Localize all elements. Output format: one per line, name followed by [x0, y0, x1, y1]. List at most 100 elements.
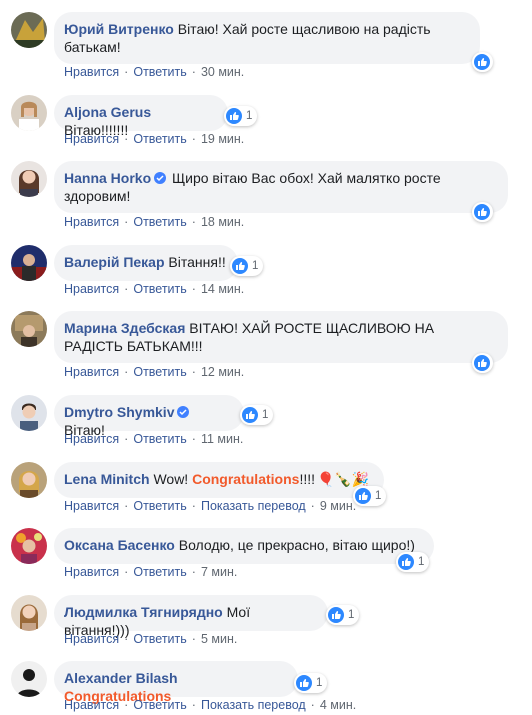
comment-author[interactable]: Hanna Horko: [64, 170, 151, 186]
comment-bubble: Юрий Витренко Вітаю! Хай росте щасливою …: [54, 12, 480, 64]
separator: ·: [191, 432, 196, 446]
separator: ·: [310, 499, 315, 513]
comment-author[interactable]: Aljona Gerus: [64, 104, 151, 120]
reply-link[interactable]: Ответить: [133, 432, 186, 446]
congratulations-text: Congratulations: [192, 471, 300, 487]
verified-badge-icon: [177, 406, 190, 418]
comment-author[interactable]: Валерій Пекар: [64, 254, 165, 270]
comment-bubble: Оксана Басенко Володю, це прекрасно, віт…: [54, 528, 434, 564]
comment-author[interactable]: Lena Minitch: [64, 471, 150, 487]
separator: ·: [191, 65, 196, 79]
reaction-badge[interactable]: [472, 353, 493, 373]
reaction-badge[interactable]: 1: [230, 256, 264, 276]
reply-link[interactable]: Ответить: [133, 65, 186, 79]
reaction-badge[interactable]: [472, 52, 493, 72]
comment-bubble: Людмилка Тягнирядно Мої вітання!))): [54, 595, 328, 638]
like-icon: [296, 675, 312, 691]
comment-bubble: Alexander Bilash Congratulations: [54, 661, 298, 704]
comment-author[interactable]: Марина Здебская: [64, 320, 185, 336]
separator: ·: [124, 499, 129, 513]
reaction-badge[interactable]: 1: [396, 552, 430, 572]
reply-link[interactable]: Ответить: [133, 132, 186, 146]
like-link[interactable]: Нравится: [64, 432, 119, 446]
reply-link[interactable]: Ответить: [133, 565, 186, 579]
comment-time[interactable]: 19 мин.: [201, 132, 244, 146]
reaction-badge[interactable]: 1: [353, 486, 387, 506]
avatar[interactable]: [11, 661, 47, 697]
comment-time[interactable]: 11 мин.: [201, 432, 243, 446]
avatar[interactable]: [11, 245, 47, 281]
comment-text-continued: батькам!: [64, 39, 121, 55]
avatar[interactable]: [11, 595, 47, 631]
reaction-count: 1: [316, 677, 323, 689]
reply-link[interactable]: Ответить: [133, 282, 186, 296]
comment-time[interactable]: 9 мин.: [320, 499, 356, 513]
comment-text: ВІТАЮ! ХАЙ РОСТЕ ЩАСЛИВОЮ НА: [189, 320, 435, 336]
avatar[interactable]: [11, 161, 47, 197]
like-icon: [398, 554, 414, 570]
avatar[interactable]: [11, 462, 47, 498]
separator: ·: [124, 698, 129, 712]
comment-time[interactable]: 5 мин.: [201, 632, 237, 646]
comment-actions: Нравится · Ответить · 11 мин.: [64, 432, 243, 446]
reply-link[interactable]: Ответить: [133, 632, 186, 646]
reaction-count: 1: [262, 409, 269, 421]
separator: ·: [124, 282, 129, 296]
reply-link[interactable]: Ответить: [133, 499, 186, 513]
reply-link[interactable]: Ответить: [133, 698, 186, 712]
comment-time[interactable]: 14 мин.: [201, 282, 244, 296]
like-link[interactable]: Нравится: [64, 215, 119, 229]
separator: ·: [191, 282, 196, 296]
comment-actions: Нравится · Ответить · Показать перевод · 4 мин…: [64, 698, 356, 712]
like-link[interactable]: Нравится: [64, 565, 119, 579]
comment-time[interactable]: 7 мин.: [201, 565, 237, 579]
like-link[interactable]: Нравится: [64, 132, 119, 146]
like-icon: [232, 258, 248, 274]
show-translation-link[interactable]: Показать перевод: [201, 499, 306, 513]
verified-badge-icon: [154, 172, 167, 184]
reply-link[interactable]: Ответить: [133, 365, 186, 379]
reply-link[interactable]: Ответить: [133, 215, 186, 229]
separator: ·: [191, 215, 196, 229]
like-link[interactable]: Нравится: [64, 698, 119, 712]
comment-author[interactable]: Людмилка Тягнирядно: [64, 604, 223, 620]
like-link[interactable]: Нравится: [64, 632, 119, 646]
like-link[interactable]: Нравится: [64, 282, 119, 296]
reaction-badge[interactable]: 1: [326, 605, 360, 625]
show-translation-link[interactable]: Показать перевод: [201, 698, 306, 712]
comment-bubble: Aljona Gerus Вітаю!!!!!!!: [54, 95, 228, 138]
comment-time[interactable]: 30 мин.: [201, 65, 244, 79]
separator: ·: [310, 698, 315, 712]
comment-actions: Нравится · Ответить · Показать перевод · 9 мин…: [64, 499, 356, 513]
comment-author[interactable]: Оксана Басенко: [64, 537, 175, 553]
comment-author[interactable]: Alexander Bilash: [64, 670, 178, 686]
separator: ·: [191, 632, 196, 646]
comment-text-tail: !!!!: [299, 471, 315, 487]
like-link[interactable]: Нравится: [64, 365, 119, 379]
reaction-count: 1: [375, 490, 382, 502]
separator: ·: [191, 565, 196, 579]
reaction-count: 1: [246, 110, 253, 122]
reaction-badge[interactable]: 1: [294, 673, 328, 693]
like-link[interactable]: Нравится: [64, 65, 119, 79]
comment-author[interactable]: Юрий Витренко: [64, 21, 174, 37]
comment-author[interactable]: Dmytro Shymkiv: [64, 404, 174, 420]
comment-time[interactable]: 12 мин.: [201, 365, 244, 379]
comment-actions: Нравится · Ответить · 18 мин.: [64, 215, 244, 229]
avatar[interactable]: [11, 95, 47, 131]
reaction-badge[interactable]: [472, 202, 493, 222]
avatar[interactable]: [11, 12, 47, 48]
comment-time[interactable]: 18 мин.: [201, 215, 244, 229]
comment-time[interactable]: 4 мин.: [320, 698, 356, 712]
like-icon: [328, 607, 344, 623]
avatar[interactable]: [11, 311, 47, 347]
separator: ·: [124, 65, 129, 79]
avatar[interactable]: [11, 528, 47, 564]
separator: ·: [124, 432, 129, 446]
like-link[interactable]: Нравится: [64, 499, 119, 513]
separator: ·: [124, 215, 129, 229]
reaction-badge[interactable]: 1: [224, 106, 258, 126]
comment-actions: Нравится · Ответить · 14 мин.: [64, 282, 244, 296]
avatar[interactable]: [11, 395, 47, 431]
reaction-badge[interactable]: 1: [240, 405, 274, 425]
